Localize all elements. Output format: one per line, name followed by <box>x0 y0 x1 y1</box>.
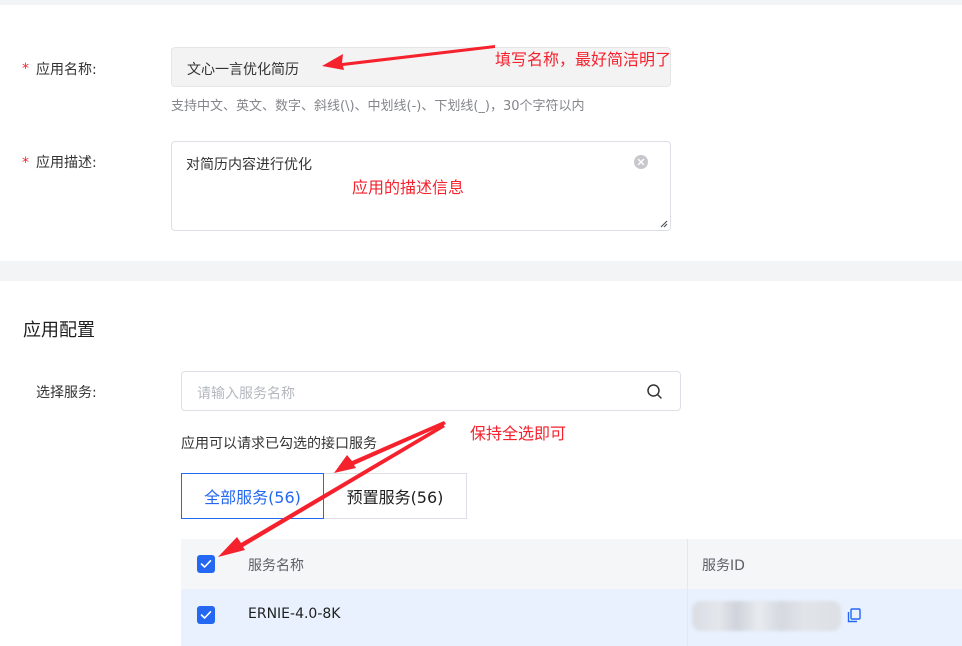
table-header: 服务名称 服务ID <box>181 539 962 589</box>
row-checkbox[interactable] <box>197 606 215 624</box>
service-name-cell: ERNIE-4.0-8K <box>248 606 341 622</box>
required-mark: * <box>22 155 29 171</box>
resize-handle-icon[interactable] <box>659 219 668 228</box>
annotation-name-tip: 填写名称，最好简洁明了 <box>495 50 672 69</box>
column-divider <box>687 589 688 646</box>
app-desc-value: 对简历内容进行优化 <box>186 157 312 173</box>
service-search-input[interactable]: 请输入服务名称 <box>181 371 681 411</box>
column-header-service-name: 服务名称 <box>248 558 304 574</box>
app-name-hint: 支持中文、英文、数字、斜线(\)、中划线(-)、下划线(_)，30个字符以内 <box>171 99 585 114</box>
service-id-redacted <box>692 601 841 631</box>
select-service-label: 选择服务: <box>36 385 97 401</box>
select-all-checkbox[interactable] <box>197 555 215 573</box>
annotation-desc-tip: 应用的描述信息 <box>352 178 465 197</box>
annotation-select-tip: 保持全选即可 <box>470 424 567 443</box>
service-note: 应用可以请求已勾选的接口服务 <box>181 436 377 452</box>
column-header-service-id: 服务ID <box>702 558 745 574</box>
search-icon[interactable] <box>646 383 663 400</box>
app-desc-label: 应用描述: <box>36 155 97 171</box>
column-divider <box>687 539 688 589</box>
copy-icon[interactable] <box>847 608 861 623</box>
clear-icon[interactable] <box>634 155 648 169</box>
tab-all-services[interactable]: 全部服务(56) <box>181 473 324 519</box>
tab-preset-services[interactable]: 预置服务(56) <box>323 473 467 519</box>
app-name-value: 文心一言优化简历 <box>187 62 299 78</box>
section-title: 应用配置 <box>23 320 95 341</box>
required-mark: * <box>22 61 29 77</box>
app-name-label: 应用名称: <box>36 62 97 78</box>
search-placeholder: 请输入服务名称 <box>197 386 295 402</box>
table-row[interactable]: ERNIE-4.0-8K <box>181 589 962 646</box>
